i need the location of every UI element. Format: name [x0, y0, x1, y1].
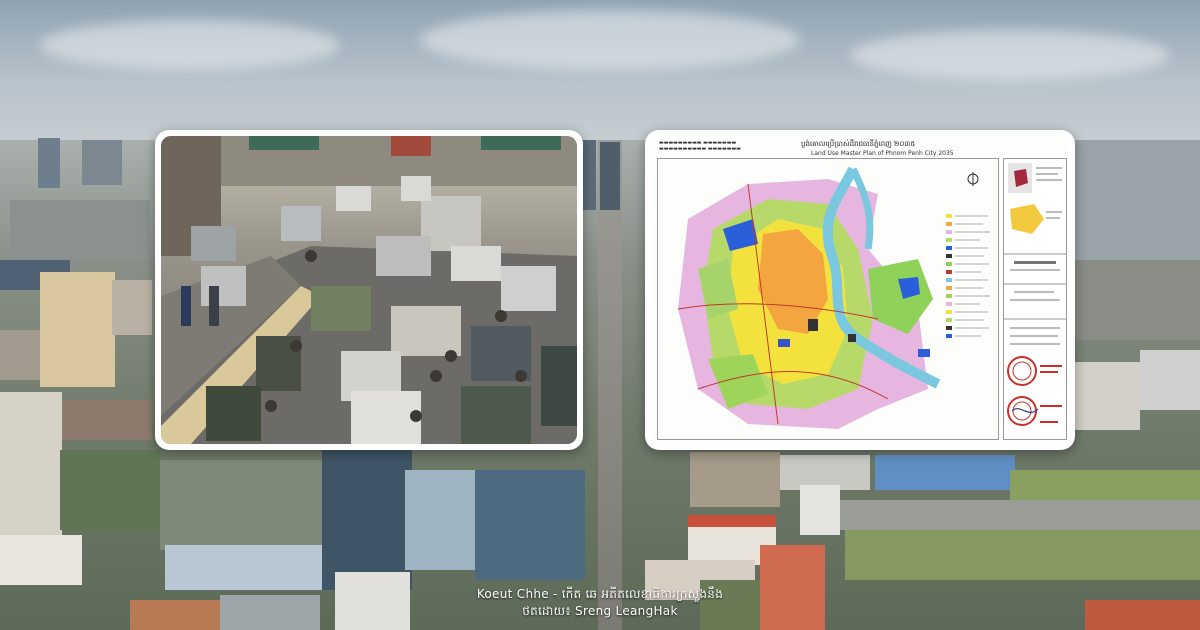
building — [600, 142, 620, 210]
building — [1075, 260, 1200, 340]
traffic-photo-card — [155, 130, 583, 450]
map-title-khmer: ប្លង់គោលប្រើប្រាស់ដីរាជធានីភ្នំពេញ ២០៣៥ — [801, 140, 916, 148]
map-side-panel — [1003, 158, 1067, 440]
photo-credit-line: ថតដោយ៖ Sreng LeangHak — [522, 604, 678, 618]
sheet-header-left: ▬▬▬▬▬▬▬▬▬ ▬▬▬▬▬▬▬ ▬▬▬▬▬▬▬▬▬▬ ▬▬▬▬▬▬▬ — [659, 140, 741, 152]
cloud — [850, 30, 1170, 80]
building-tower — [0, 392, 62, 542]
building — [690, 452, 780, 507]
building — [0, 330, 40, 380]
map-sheet: ▬▬▬▬▬▬▬▬▬ ▬▬▬▬▬▬▬ ▬▬▬▬▬▬▬▬▬▬ ▬▬▬▬▬▬▬ ប្លង… — [651, 136, 1069, 444]
field — [1010, 470, 1200, 500]
building — [0, 535, 82, 585]
building — [38, 138, 60, 188]
land-use-map — [658, 159, 998, 439]
traffic-scene — [161, 136, 577, 444]
cloud — [420, 10, 800, 70]
cloud — [40, 20, 340, 70]
building-roof — [165, 545, 325, 590]
building — [82, 140, 122, 185]
map-frame — [657, 158, 999, 440]
map-title-english: Land Use Master Plan of Phnom Penh City … — [811, 150, 954, 157]
building — [1075, 140, 1200, 260]
building-blue-roof — [875, 455, 1015, 490]
photo-caption-line1: Koeut Chhe - កើត ឆេ អតីតលេខាធិការក្រសួងន… — [476, 587, 724, 601]
trees — [160, 460, 330, 550]
side-panel-content — [1004, 163, 1066, 426]
railway-yard — [830, 500, 1200, 530]
building — [800, 485, 840, 535]
field — [845, 530, 1200, 580]
building-tower — [40, 272, 115, 387]
building-red-roof — [688, 515, 776, 527]
building — [405, 470, 480, 570]
building — [10, 200, 150, 260]
building — [112, 280, 152, 335]
trees — [60, 450, 160, 530]
building — [62, 400, 152, 440]
building — [1140, 350, 1200, 410]
traffic-jam-photo — [161, 136, 577, 444]
building-glass-tower — [475, 470, 585, 580]
building-glass-tower — [322, 450, 412, 590]
building — [1075, 362, 1140, 430]
avenue — [598, 140, 622, 630]
land-use-map-card: ▬▬▬▬▬▬▬▬▬ ▬▬▬▬▬▬▬ ▬▬▬▬▬▬▬▬▬▬ ▬▬▬▬▬▬▬ ប្លង… — [645, 130, 1075, 450]
